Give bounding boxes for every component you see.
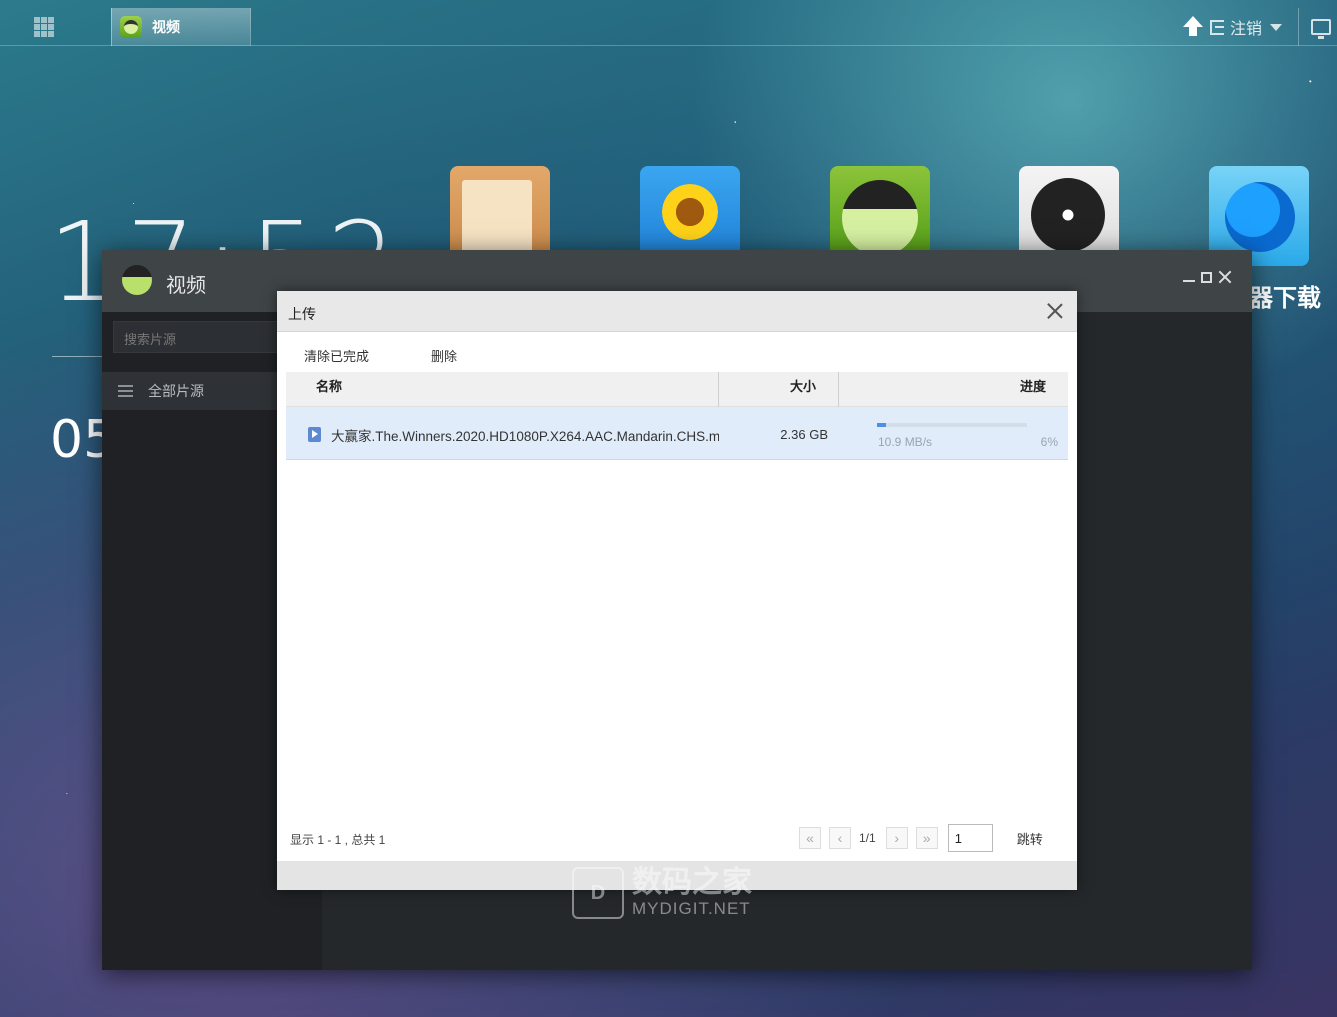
- sidebar-item-label: 全部片源: [148, 383, 204, 399]
- taskbar-tab-video[interactable]: 视频: [111, 8, 251, 46]
- upload-table: 名称 大小 进度 大赢家.The.Winners.2020.HD1080P.X2…: [286, 372, 1068, 460]
- logout-menu[interactable]: 注销: [1209, 15, 1282, 39]
- next-page-icon[interactable]: ›: [885, 827, 908, 849]
- dialog-title: 上传: [288, 306, 316, 322]
- video-file-icon: [308, 427, 321, 442]
- upload-dialog: 上传 清除已完成 删除 名称 大小 进度 大赢家.The.Winners.202…: [277, 291, 1077, 890]
- page-number-input[interactable]: [947, 824, 993, 852]
- watermark: D 数码之家 MYDIGIT.NET: [572, 867, 752, 919]
- record-count: 显示 1 - 1 , 总共 1: [290, 833, 386, 847]
- column-header-progress[interactable]: 进度: [838, 372, 1068, 407]
- watermark-brand-cn: 数码之家: [632, 866, 752, 899]
- maximize-icon[interactable]: [1201, 271, 1212, 283]
- app-title: 视频: [166, 275, 206, 297]
- prev-page-icon[interactable]: ‹: [829, 827, 851, 849]
- upload-arrow-icon[interactable]: [1182, 16, 1204, 38]
- jump-button[interactable]: 跳转: [1017, 829, 1043, 848]
- list-icon: [118, 385, 133, 397]
- column-header-size[interactable]: 大小: [718, 372, 838, 407]
- last-page-icon[interactable]: »: [915, 827, 938, 849]
- taskbar: 视频 注销: [0, 8, 1337, 46]
- app-grid-icon[interactable]: [34, 17, 56, 37]
- taskbar-tab-label: 视频: [152, 19, 180, 35]
- watermark-logo: D: [572, 867, 624, 919]
- dialog-header: 上传: [277, 291, 1077, 332]
- delete-button[interactable]: 删除: [431, 346, 457, 365]
- first-page-icon[interactable]: «: [799, 827, 821, 849]
- table-header: 名称 大小 进度: [286, 372, 1068, 407]
- download-app-label: 器下载: [1249, 285, 1321, 312]
- upload-speed: 10.9 MB/s: [878, 435, 933, 449]
- close-icon[interactable]: [1047, 303, 1063, 319]
- watermark-brand-en: MYDIGIT.NET: [632, 899, 751, 918]
- minimize-icon[interactable]: [1183, 280, 1195, 282]
- progress-bar: [877, 423, 1027, 427]
- logout-label: 注销: [1229, 21, 1262, 38]
- progress-percent: 6%: [1040, 435, 1058, 449]
- clock-divider: [52, 356, 102, 357]
- close-icon[interactable]: [1218, 270, 1232, 284]
- page-info: 1/1: [859, 831, 876, 845]
- dialog-toolbar: 清除已完成 删除: [304, 346, 457, 365]
- taskbar-divider: [1298, 8, 1299, 46]
- clear-completed-button[interactable]: 清除已完成: [304, 346, 369, 365]
- pagination: « ‹ 1/1 › » 跳转: [799, 824, 1043, 852]
- progress-bar-fill: [877, 423, 886, 427]
- file-size: 2.36 GB: [780, 427, 828, 442]
- column-header-name[interactable]: 名称: [316, 372, 342, 407]
- chevron-down-icon: [1270, 23, 1282, 31]
- video-app-logo-icon: [122, 265, 152, 295]
- dialog-footer: 显示 1 - 1 , 总共 1 « ‹ 1/1 › » 跳转: [277, 811, 1077, 861]
- file-name: 大赢家.The.Winners.2020.HD1080P.X264.AAC.Ma…: [331, 429, 719, 444]
- logout-icon: [1209, 19, 1224, 35]
- video-app-icon: [120, 16, 142, 38]
- monitor-icon[interactable]: [1311, 19, 1331, 39]
- table-row[interactable]: 大赢家.The.Winners.2020.HD1080P.X264.AAC.Ma…: [286, 407, 1068, 460]
